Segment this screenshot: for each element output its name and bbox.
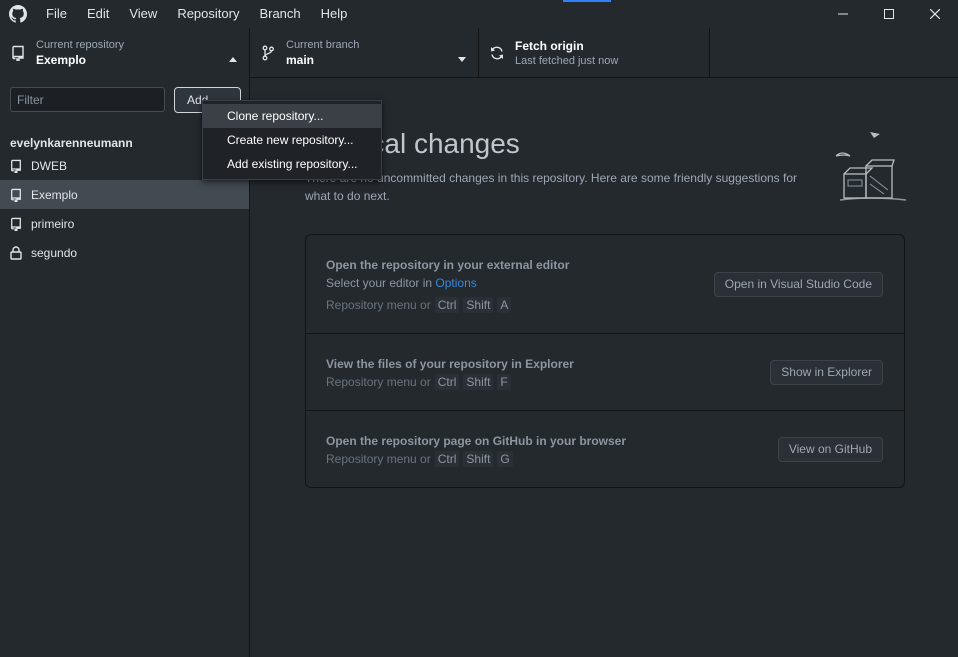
repo-icon bbox=[10, 159, 31, 173]
repo-name: Exemplo bbox=[31, 187, 78, 202]
repo-group-header: evelynkarenneumann bbox=[10, 136, 133, 150]
window-controls bbox=[820, 0, 958, 28]
show-in-explorer-button[interactable]: Show in Explorer bbox=[770, 360, 883, 385]
kbd-key: F bbox=[497, 374, 511, 390]
repo-icon bbox=[10, 188, 31, 202]
add-dropdown-menu: Clone repository... Create new repositor… bbox=[202, 100, 382, 180]
suggestion-description-text: Select your editor in bbox=[326, 276, 436, 290]
create-repository-menu-item[interactable]: Create new repository... bbox=[203, 128, 381, 152]
current-branch-button[interactable]: Current branch main bbox=[250, 28, 479, 78]
repo-name: DWEB bbox=[31, 158, 67, 173]
menu-file[interactable]: File bbox=[36, 0, 77, 28]
last-fetched-text: Last fetched just now bbox=[515, 55, 619, 67]
suggestion-view-github: Open the repository page on GitHub in yo… bbox=[306, 411, 904, 487]
view-on-github-button[interactable]: View on GitHub bbox=[777, 437, 883, 462]
title-accent-bar bbox=[563, 0, 611, 2]
menu-help[interactable]: Help bbox=[311, 0, 358, 28]
suggestion-title: Open the repository in your external edi… bbox=[326, 258, 570, 272]
toolbar: Current repository Exemplo Current branc… bbox=[0, 28, 958, 78]
kbd-key: A bbox=[497, 297, 512, 313]
repo-name: primeiro bbox=[31, 216, 75, 231]
kbd-ctrl: Ctrl bbox=[434, 297, 460, 313]
repo-list-item[interactable]: segundo bbox=[0, 238, 249, 267]
suggestion-shortcut: Repository menu or Ctrl Shift F bbox=[326, 374, 511, 390]
suggestion-shortcut: Repository menu or Ctrl Shift A bbox=[326, 297, 512, 313]
title-bar: File Edit View Repository Branch Help bbox=[0, 0, 958, 28]
filter-row bbox=[10, 87, 165, 112]
lock-icon bbox=[10, 245, 31, 260]
current-repository-value: Exemplo bbox=[36, 53, 87, 67]
current-repository-label: Current repository bbox=[36, 39, 125, 51]
caret-down-icon bbox=[458, 49, 466, 67]
caret-up-icon bbox=[229, 49, 237, 67]
fetch-origin-button[interactable]: Fetch origin Last fetched just now bbox=[479, 28, 710, 78]
menu-edit[interactable]: Edit bbox=[77, 0, 119, 28]
close-icon[interactable] bbox=[912, 0, 958, 28]
sync-icon bbox=[479, 45, 515, 61]
current-branch-label: Current branch bbox=[286, 39, 360, 51]
shortcut-prefix: Repository menu or bbox=[326, 298, 431, 312]
kbd-key: G bbox=[497, 451, 513, 467]
shortcut-prefix: Repository menu or bbox=[326, 452, 431, 466]
current-repository-button[interactable]: Current repository Exemplo bbox=[0, 28, 250, 78]
minimize-icon[interactable] bbox=[820, 0, 866, 28]
github-desktop-window: File Edit View Repository Branch Help Cu… bbox=[0, 0, 958, 657]
repo-name: segundo bbox=[31, 245, 78, 260]
kbd-shift: Shift bbox=[463, 451, 494, 467]
suggestions-panel: Open the repository in your external edi… bbox=[305, 234, 905, 488]
suggestion-title: Open the repository page on GitHub in yo… bbox=[326, 434, 627, 448]
kbd-ctrl: Ctrl bbox=[434, 451, 460, 467]
current-branch-value: main bbox=[286, 53, 315, 67]
add-existing-repository-menu-item[interactable]: Add existing repository... bbox=[203, 152, 381, 176]
filter-input[interactable] bbox=[10, 87, 165, 112]
suggestion-description: Select your editor in Options bbox=[326, 276, 477, 290]
options-link[interactable]: Options bbox=[435, 276, 476, 290]
repo-list-item-selected[interactable]: Exemplo bbox=[0, 180, 249, 209]
suggestion-shortcut: Repository menu or Ctrl Shift G bbox=[326, 451, 513, 467]
clone-repository-menu-item[interactable]: Clone repository... bbox=[203, 104, 381, 128]
repo-list-item[interactable]: primeiro bbox=[0, 209, 249, 238]
suggestion-title: View the files of your repository in Exp… bbox=[326, 357, 574, 371]
shortcut-prefix: Repository menu or bbox=[326, 375, 431, 389]
branch-icon bbox=[250, 45, 286, 61]
menu-repository[interactable]: Repository bbox=[167, 0, 249, 28]
empty-state-illustration bbox=[834, 126, 909, 211]
kbd-ctrl: Ctrl bbox=[434, 374, 460, 390]
open-in-editor-button[interactable]: Open in Visual Studio Code bbox=[713, 272, 883, 297]
fetch-origin-label: Fetch origin bbox=[515, 39, 584, 53]
menu-bar: File Edit View Repository Branch Help bbox=[36, 0, 357, 28]
maximize-icon[interactable] bbox=[866, 0, 912, 28]
repo-icon bbox=[0, 45, 36, 61]
suggestion-show-explorer: View the files of your repository in Exp… bbox=[306, 334, 904, 411]
kbd-shift: Shift bbox=[463, 374, 494, 390]
repo-icon bbox=[10, 217, 31, 231]
menu-branch[interactable]: Branch bbox=[249, 0, 310, 28]
menu-view[interactable]: View bbox=[119, 0, 167, 28]
github-logo-icon bbox=[0, 0, 36, 28]
suggestion-open-editor: Open the repository in your external edi… bbox=[306, 235, 904, 334]
kbd-shift: Shift bbox=[463, 297, 494, 313]
